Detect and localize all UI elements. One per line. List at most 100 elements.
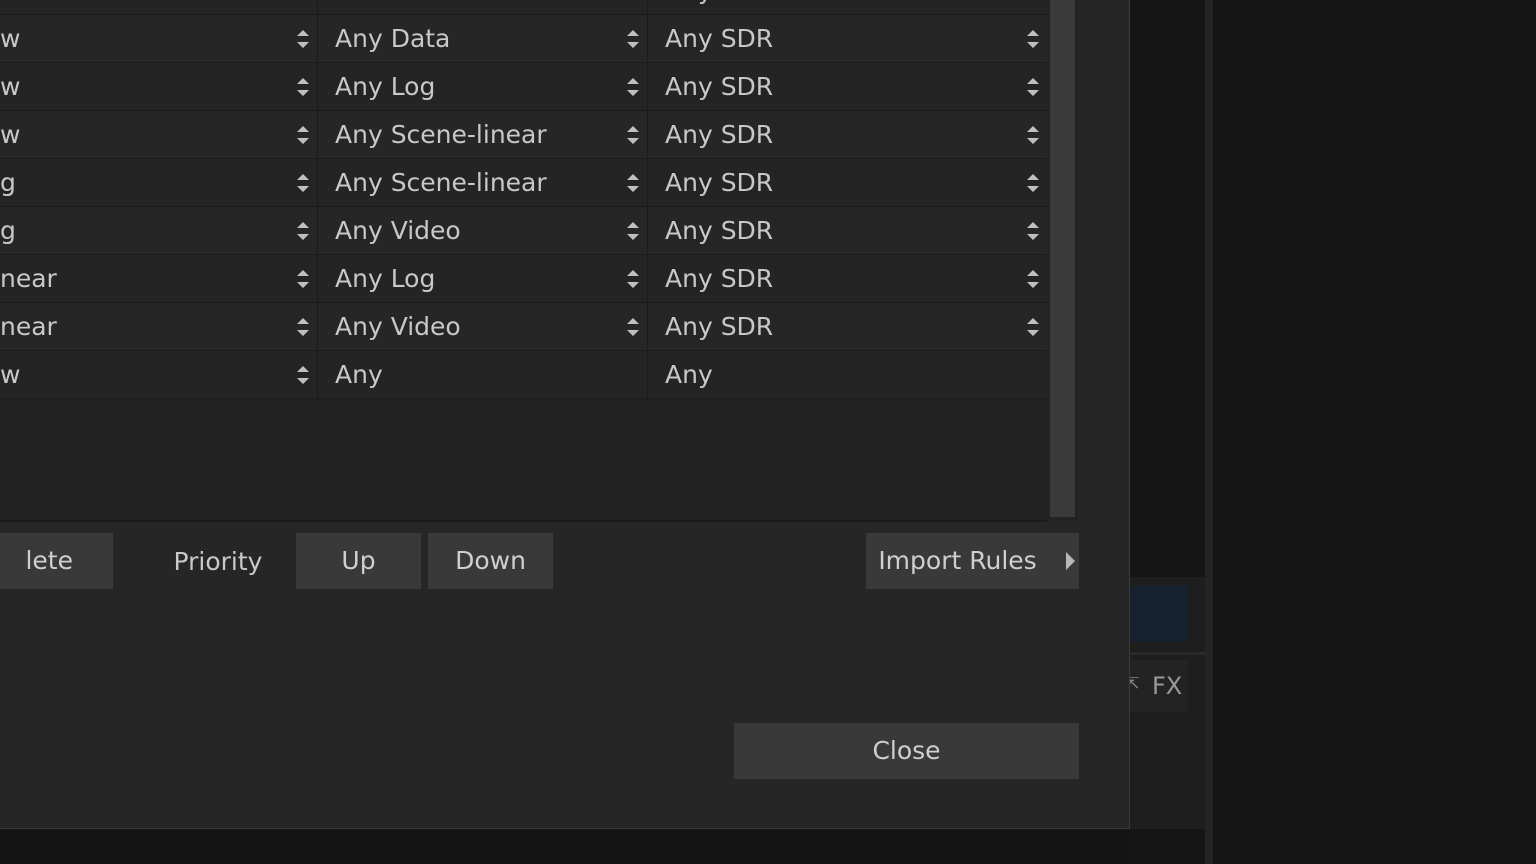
input-cell[interactable]: g xyxy=(0,207,318,254)
spinner-arrows-icon[interactable] xyxy=(297,174,309,192)
table-row[interactable]: w Any Data Any SDR xyxy=(0,15,1047,63)
scrollbar-thumb[interactable] xyxy=(1050,0,1075,517)
display-cell-value: Any SDR xyxy=(665,312,774,341)
spinner-arrows-icon[interactable] xyxy=(1027,318,1039,336)
table-row[interactable]: w Any Log Any SDR xyxy=(0,63,1047,111)
display-cell-value: Any SDR xyxy=(665,264,774,293)
display-cell[interactable]: Any SDR xyxy=(648,111,1047,158)
input-cell[interactable]: w xyxy=(0,351,318,398)
colorspace-cell-value: Any Log xyxy=(335,72,436,101)
spinner-arrows-icon[interactable] xyxy=(297,222,309,240)
close-button[interactable]: Close xyxy=(734,723,1079,779)
table-row[interactable]: w Any Scene-linear Any SDR xyxy=(0,111,1047,159)
display-cell[interactable]: Any SDR xyxy=(648,0,1047,14)
spinner-arrows-icon[interactable] xyxy=(627,126,639,144)
spinner-arrows-icon[interactable] xyxy=(627,270,639,288)
priority-up-button[interactable]: Up xyxy=(296,533,421,589)
table-row[interactable]: near Any Video Any SDR xyxy=(0,303,1047,351)
fx-button[interactable]: ⇱ FX xyxy=(1126,660,1188,712)
table-divider xyxy=(0,520,1047,522)
input-cell-value: near xyxy=(0,312,57,341)
spinner-arrows-icon[interactable] xyxy=(1027,126,1039,144)
spinner-arrows-icon[interactable] xyxy=(627,318,639,336)
table-row[interactable]: w Any Any xyxy=(0,351,1047,399)
display-cell-value: Any SDR xyxy=(665,168,774,197)
display-cell-value: Any SDR xyxy=(665,120,774,149)
background-panel: ⇱ FX xyxy=(1126,0,1536,864)
input-cell[interactable]: g xyxy=(0,159,318,206)
spinner-arrows-icon[interactable] xyxy=(297,78,309,96)
spinner-arrows-icon[interactable] xyxy=(1027,78,1039,96)
input-cell-value: w xyxy=(0,24,21,53)
spinner-arrows-icon[interactable] xyxy=(1027,270,1039,288)
display-cell-value: Any SDR xyxy=(665,72,774,101)
input-cell[interactable]: d xyxy=(0,0,318,14)
input-cell-value: w xyxy=(0,120,21,149)
spinner-arrows-icon[interactable] xyxy=(297,126,309,144)
submenu-arrow-icon xyxy=(1066,552,1075,570)
display-cell[interactable]: Any xyxy=(648,351,1047,398)
spinner-arrows-icon[interactable] xyxy=(1027,30,1039,48)
display-cell[interactable]: Any SDR xyxy=(648,15,1047,62)
spinner-arrows-icon[interactable] xyxy=(1027,174,1039,192)
table-scrollbar[interactable] xyxy=(1047,0,1078,520)
panel-divider xyxy=(1205,0,1213,864)
delete-button[interactable]: lete xyxy=(0,533,113,589)
table-row[interactable]: g Any Scene-linear Any SDR xyxy=(0,159,1047,207)
input-cell-value: d xyxy=(0,0,16,5)
colorspace-cell[interactable]: Any Data xyxy=(318,15,648,62)
input-cell[interactable]: near xyxy=(0,303,318,350)
colorspace-cell[interactable]: Any Video xyxy=(318,303,648,350)
display-cell-value: Any xyxy=(665,360,713,389)
table-row[interactable]: g Any Video Any SDR xyxy=(0,207,1047,255)
display-cell-value: Any SDR xyxy=(665,0,773,5)
fx-label: FX xyxy=(1152,672,1183,700)
input-cell[interactable]: w xyxy=(0,15,318,62)
import-rules-label: Import Rules xyxy=(878,546,1037,575)
input-cell[interactable]: near xyxy=(0,255,318,302)
display-cell[interactable]: Any SDR xyxy=(648,159,1047,206)
rules-table: d Unknown Any SDR w Any Data Any SDR w Any Log A… xyxy=(0,0,1047,520)
colorspace-cell-value: Any Scene-linear xyxy=(335,120,547,149)
table-row[interactable]: d Unknown Any SDR xyxy=(0,0,1047,15)
display-cell[interactable]: Any SDR xyxy=(648,303,1047,350)
spinner-arrows-icon[interactable] xyxy=(627,30,639,48)
display-cell[interactable]: Any SDR xyxy=(648,255,1047,302)
input-cell[interactable]: w xyxy=(0,111,318,158)
priority-label: Priority xyxy=(173,547,263,576)
selected-swatch[interactable] xyxy=(1130,586,1188,642)
table-row[interactable]: near Any Log Any SDR xyxy=(0,255,1047,303)
display-cell-value: Any SDR xyxy=(665,24,774,53)
colorspace-cell[interactable]: Any Log xyxy=(318,63,648,110)
spinner-arrows-icon[interactable] xyxy=(297,318,309,336)
input-cell-value: w xyxy=(0,360,21,389)
colorspace-cell[interactable]: Any Scene-linear xyxy=(318,159,648,206)
import-rules-button[interactable]: Import Rules xyxy=(866,533,1079,589)
colorspace-cell[interactable]: Unknown xyxy=(318,0,648,14)
spinner-arrows-icon[interactable] xyxy=(627,78,639,96)
colorspace-cell-value: Any Log xyxy=(335,264,436,293)
panel-separator xyxy=(1130,652,1205,655)
input-cell-value: g xyxy=(0,168,16,197)
input-cell[interactable]: w xyxy=(0,63,318,110)
display-cell[interactable]: Any SDR xyxy=(648,207,1047,254)
colorspace-cell-value: Any xyxy=(335,360,383,389)
colorspace-cell[interactable]: Any Scene-linear xyxy=(318,111,648,158)
input-cell-value: w xyxy=(0,72,21,101)
spinner-arrows-icon[interactable] xyxy=(627,222,639,240)
colorspace-cell[interactable]: Any xyxy=(318,351,648,398)
spinner-arrows-icon[interactable] xyxy=(1027,222,1039,240)
colorspace-cell-value: Any Data xyxy=(335,24,451,53)
colorspace-cell[interactable]: Any Log xyxy=(318,255,648,302)
display-cell-value: Any SDR xyxy=(665,216,774,245)
priority-down-button[interactable]: Down xyxy=(428,533,553,589)
colorspace-cell[interactable]: Any Video xyxy=(318,207,648,254)
spinner-arrows-icon[interactable] xyxy=(627,174,639,192)
colorspace-cell-value: Unknown xyxy=(335,0,451,5)
colorspace-cell-value: Any Scene-linear xyxy=(335,168,547,197)
spinner-arrows-icon[interactable] xyxy=(297,366,309,384)
spinner-arrows-icon[interactable] xyxy=(297,30,309,48)
spinner-arrows-icon[interactable] xyxy=(297,270,309,288)
display-cell[interactable]: Any SDR xyxy=(648,63,1047,110)
colorspace-cell-value: Any Video xyxy=(335,216,461,245)
